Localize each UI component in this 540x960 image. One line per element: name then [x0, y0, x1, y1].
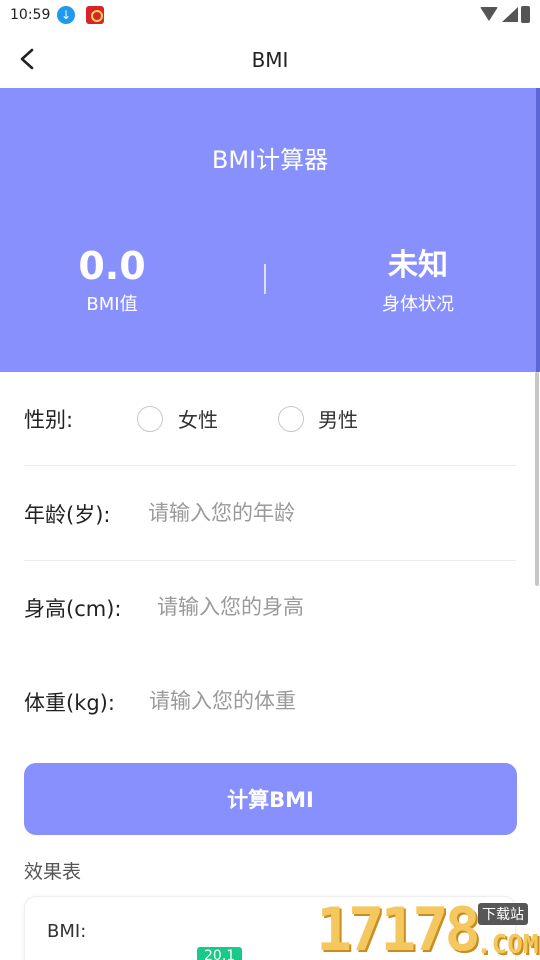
age-input[interactable]: [148, 493, 448, 533]
bmi-range-badge: 20.1: [197, 947, 243, 960]
body-status-value: 未知: [388, 248, 448, 283]
age-row: 年龄(岁):: [24, 467, 516, 561]
height-input[interactable]: [157, 587, 457, 627]
body-status-stat: 未知 身体状况: [308, 244, 528, 316]
wifi-icon: [480, 7, 498, 21]
battery-icon: [521, 6, 530, 23]
page-title: BMI: [251, 48, 289, 72]
download-icon: ↓: [57, 6, 75, 24]
body-status-label: 身体状况: [382, 294, 454, 315]
watermark-digits: 17178: [316, 895, 481, 960]
app-notification-icon: [86, 6, 104, 24]
page-scrollbar[interactable]: [535, 372, 539, 586]
bmi-value-stat: 0.0 BMI值: [2, 244, 222, 316]
height-row: 身高(cm):: [24, 561, 516, 655]
bmi-value: 0.0: [78, 244, 146, 288]
male-radio-label[interactable]: 男性: [318, 404, 358, 433]
weight-row: 体重(kg):: [24, 655, 516, 749]
calculate-bmi-button[interactable]: 计算BMI: [24, 763, 517, 835]
calculator-title: BMI计算器: [211, 146, 329, 174]
signal-icon: [502, 7, 518, 22]
status-time: 10:59: [10, 7, 51, 23]
status-bar: 10:59 ↓: [0, 0, 540, 32]
bmi-value-label: BMI值: [86, 294, 138, 315]
watermark-site-tag: 下载站: [478, 903, 528, 925]
age-label: 年龄(岁):: [24, 503, 111, 527]
results-title: 效果表: [24, 861, 82, 883]
site-watermark: 17178 下载站 .COM: [316, 900, 540, 960]
bmi-summary-panel: BMI计算器 0.0 BMI值 未知 身体状况: [0, 88, 540, 372]
hero-scroll-indicator: [536, 88, 540, 372]
stat-divider: [264, 264, 266, 294]
watermark-suffix: .COM: [476, 930, 539, 960]
weight-input[interactable]: [149, 681, 449, 721]
gender-label: 性别:: [24, 408, 74, 432]
results-bmi-label: BMI:: [47, 921, 87, 942]
female-radio-label[interactable]: 女性: [178, 404, 218, 433]
app-header: BMI: [0, 32, 540, 88]
male-radio[interactable]: [278, 406, 304, 432]
height-label: 身高(cm):: [24, 597, 122, 621]
female-radio[interactable]: [137, 406, 163, 432]
weight-label: 体重(kg):: [24, 691, 115, 715]
gender-row: 性别: 女性 男性: [24, 372, 516, 466]
